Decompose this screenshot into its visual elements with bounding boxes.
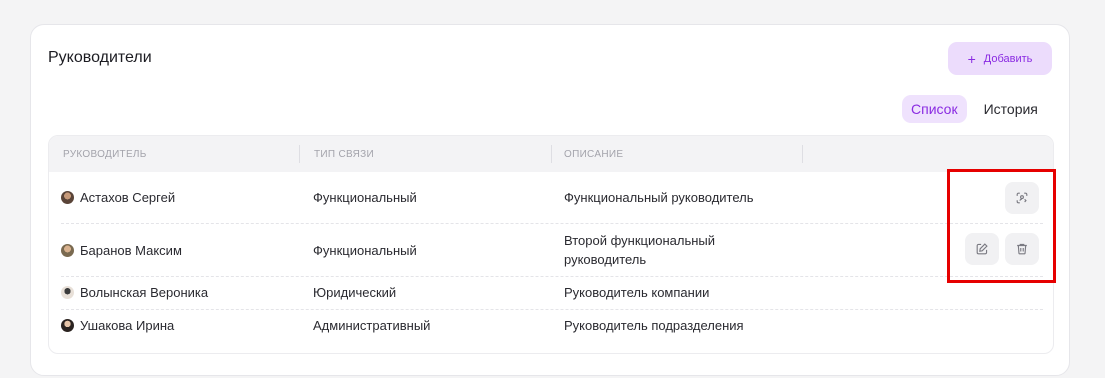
description-cell: Руководитель подразделения [564,318,744,333]
link-type-cell: Юридический [313,285,397,300]
card-title: Руководители [48,49,152,66]
manager-cell: Волынская Вероника [61,283,208,302]
table-row: Волынская Вероника Юридический Руководит… [61,277,1043,310]
tab-list[interactable]: Список [902,95,967,123]
column-header-manager: РУКОВОДИТЕЛЬ [63,148,147,160]
avatar [61,286,74,299]
link-type-cell: Функциональный [313,243,417,258]
managers-table: РУКОВОДИТЕЛЬ ТИП СВЯЗИ ОПИСАНИЕ Астахов … [48,135,1054,354]
avatar [61,191,74,204]
column-divider [299,145,300,163]
add-button[interactable]: + Добавить [948,42,1052,75]
table-row: Ушакова Ирина Административный Руководит… [61,310,1043,343]
column-header-link-type: ТИП СВЯЗИ [314,148,374,160]
column-divider [802,145,803,163]
add-button-label: Добавить [983,52,1033,65]
manager-name[interactable]: Баранов Максим [80,241,182,260]
avatar [61,244,74,257]
link-type-cell: Функциональный [313,190,417,205]
description-cell: Второй функциональный руководитель [564,233,716,267]
tab-history[interactable]: История [975,95,1047,123]
manager-cell: Баранов Максим [61,241,182,260]
managers-card: Руководители + Добавить Список История Р… [30,24,1070,376]
manager-name[interactable]: Ушакова Ирина [80,316,174,335]
manager-cell: Астахов Сергей [61,188,175,207]
description-cell: Руководитель компании [564,285,710,300]
avatar [61,319,74,332]
column-divider [551,145,552,163]
highlight-box [947,169,1056,283]
column-header-description: ОПИСАНИЕ [564,148,624,160]
manager-name[interactable]: Волынская Вероника [80,283,208,302]
manager-name[interactable]: Астахов Сергей [80,188,175,207]
description-cell: Функциональный руководитель [564,190,754,205]
table-row: Баранов Максим Функциональный Второй фун… [61,224,1043,277]
manager-cell: Ушакова Ирина [61,316,174,335]
table-row: Астахов Сергей Функциональный Функционал… [61,172,1043,224]
plus-icon: + [967,50,976,67]
table-header: РУКОВОДИТЕЛЬ ТИП СВЯЗИ ОПИСАНИЕ [49,136,1053,172]
view-tabs: Список История [902,95,1047,123]
link-type-cell: Административный [313,318,431,333]
